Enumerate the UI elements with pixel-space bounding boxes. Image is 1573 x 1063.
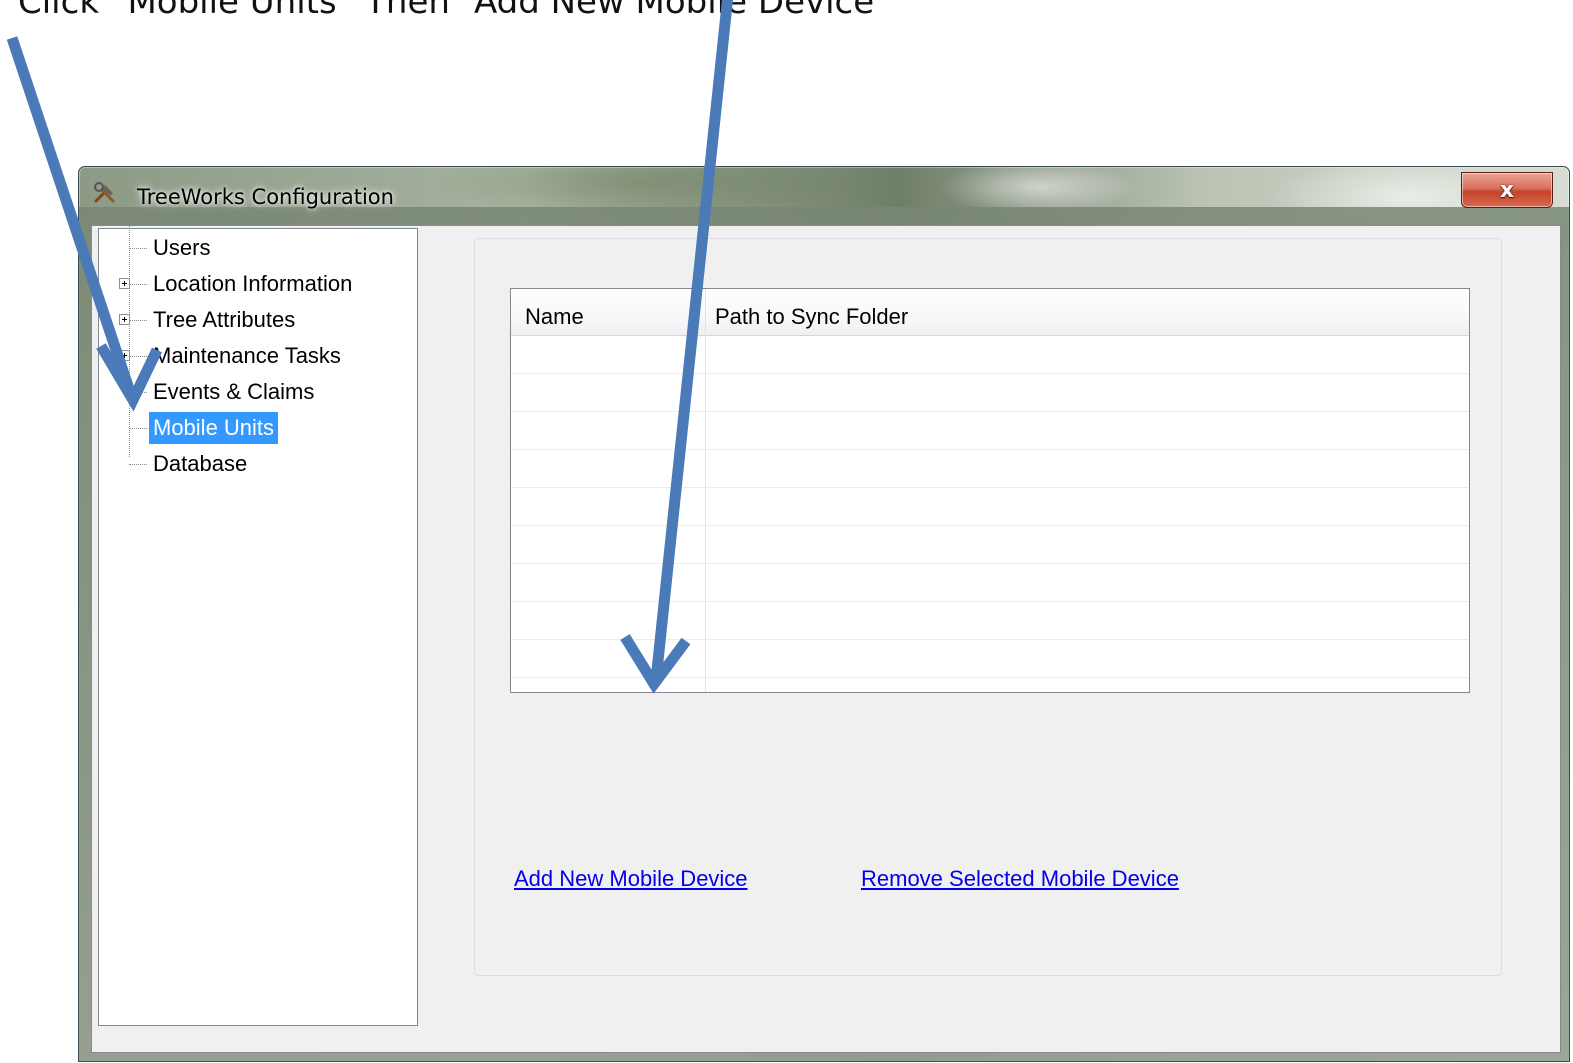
- tree-connector: [129, 392, 147, 393]
- config-window: TreeWorks Configuration x Users Location…: [78, 166, 1570, 1062]
- tree-item-label: Mobile Units: [149, 412, 279, 444]
- tree-connector: [129, 284, 147, 285]
- tree-connector: [129, 356, 147, 357]
- tree-item-label: Database: [153, 451, 248, 476]
- instruction-caption: Click “Mobile Units” Then “Add New Mobil…: [18, 0, 892, 22]
- tree-item-label: Tree Attributes: [153, 307, 296, 332]
- remove-selected-mobile-device-link[interactable]: Remove Selected Mobile Device: [861, 866, 1179, 892]
- table-row[interactable]: [511, 564, 1469, 602]
- tree-connector: [129, 248, 147, 249]
- client-area: Users Location Information Tree Attribut…: [91, 221, 1561, 1053]
- tree-item-users[interactable]: Users: [99, 231, 415, 265]
- table-row[interactable]: [511, 374, 1469, 412]
- tools-icon: [94, 182, 115, 203]
- add-new-mobile-device-link[interactable]: Add New Mobile Device: [514, 866, 748, 892]
- table-row[interactable]: [511, 488, 1469, 526]
- tree-connector: [129, 320, 147, 321]
- close-button[interactable]: x: [1461, 172, 1553, 208]
- settings-tree[interactable]: Users Location Information Tree Attribut…: [98, 221, 418, 1026]
- table-row[interactable]: [511, 450, 1469, 488]
- table-row[interactable]: [511, 526, 1469, 564]
- tree-item-location-information[interactable]: Location Information: [99, 267, 415, 301]
- window-title: TreeWorks Configuration: [137, 185, 394, 209]
- mobile-devices-grid[interactable]: Name Path to Sync Folder: [510, 288, 1470, 693]
- tree-item-label: Events & Claims: [153, 379, 315, 404]
- close-icon: x: [1499, 177, 1515, 203]
- table-row[interactable]: [511, 602, 1469, 640]
- tree-item-database[interactable]: Database: [99, 447, 415, 481]
- column-header-name[interactable]: Name: [525, 304, 584, 330]
- tree-item-mobile-units[interactable]: Mobile Units: [99, 411, 415, 445]
- tree-connector: [129, 464, 147, 465]
- expand-plus-icon[interactable]: [119, 350, 130, 361]
- expand-plus-icon[interactable]: [119, 314, 130, 325]
- table-row[interactable]: [511, 640, 1469, 678]
- tree-item-tree-attributes[interactable]: Tree Attributes: [99, 303, 415, 337]
- tree-item-events-claims[interactable]: Events & Claims: [99, 375, 415, 409]
- tree-item-maintenance-tasks[interactable]: Maintenance Tasks: [99, 339, 415, 373]
- table-row[interactable]: [511, 336, 1469, 374]
- grid-header: Name Path to Sync Folder: [511, 289, 1469, 336]
- expand-plus-icon[interactable]: [119, 278, 130, 289]
- column-header-path[interactable]: Path to Sync Folder: [715, 304, 908, 330]
- tree-item-label: Location Information: [153, 271, 353, 296]
- table-row[interactable]: [511, 412, 1469, 450]
- tree-item-label: Maintenance Tasks: [153, 343, 341, 368]
- tree-item-label: Users: [153, 235, 211, 260]
- tree-connector: [129, 428, 147, 429]
- title-bar[interactable]: TreeWorks Configuration x: [79, 167, 1569, 211]
